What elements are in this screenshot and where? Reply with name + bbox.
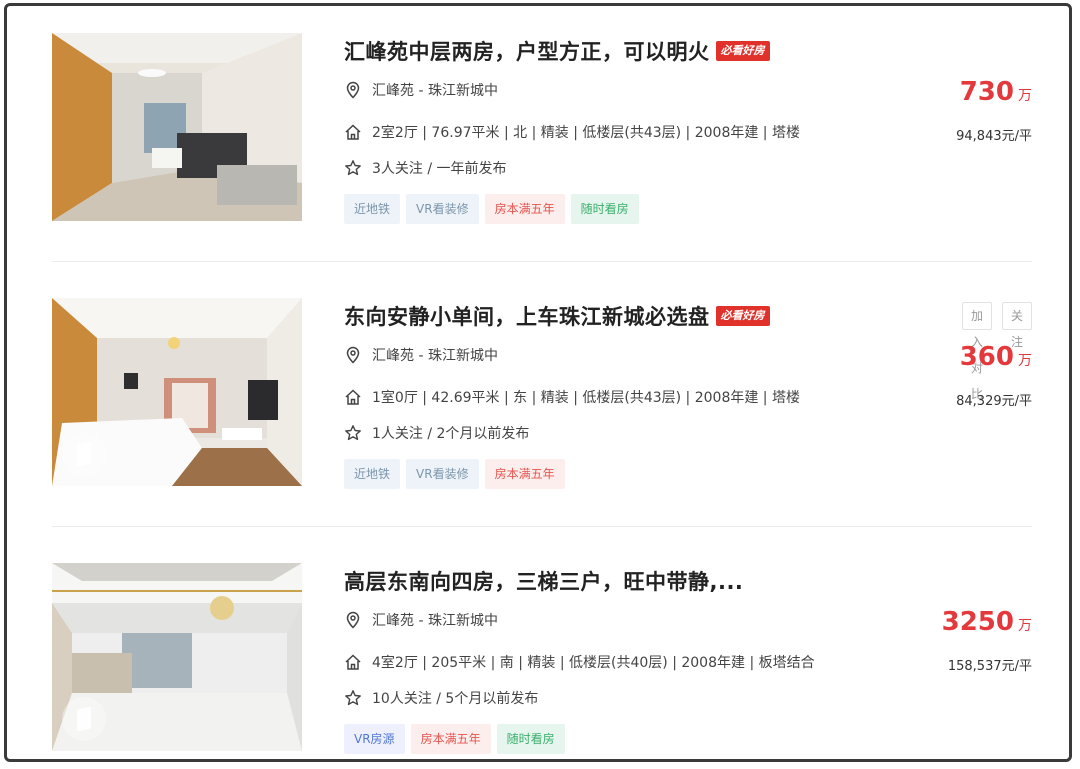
price-unit: 万 [1018, 88, 1032, 104]
unit-price: 94,843元/平 [956, 129, 1032, 144]
must-see-badge: 必看好房 [715, 306, 770, 326]
star-icon [344, 159, 362, 177]
follow-info: 3人关注 / 一年前发布 [372, 161, 507, 177]
tag-five-years: 房本满五年 [410, 724, 491, 754]
location-link[interactable]: 汇峰苑 - 珠江新城中 [372, 610, 498, 630]
vr-icon [62, 697, 106, 741]
follow-info: 10人关注 / 5个月以前发布 [372, 691, 539, 707]
tag-five-years: 房本满五年 [484, 194, 565, 224]
total-price: 3250 [941, 607, 1014, 637]
location-link[interactable]: 汇峰苑 - 珠江新城中 [372, 345, 498, 365]
tag-vr-decor: VR看装修 [406, 459, 479, 489]
house-icon [344, 123, 362, 141]
divider [52, 261, 1032, 262]
tag-near-subway: 近地铁 [344, 194, 401, 224]
tag-five-years: 房本满五年 [484, 459, 565, 489]
vr-icon [62, 432, 106, 476]
location-pin-icon [344, 611, 362, 629]
listing-photo[interactable] [52, 298, 302, 486]
location-pin-icon [344, 81, 362, 99]
tag-viewing-anytime: 随时看房 [570, 194, 639, 224]
house-details: 1室0厅 | 42.69平米 | 东 | 精装 | 低楼层(共43层) | 20… [372, 390, 800, 406]
location-link[interactable]: 汇峰苑 - 珠江新城中 [372, 80, 498, 100]
listing-panel: 汇峰苑中层两房，户型方正，可以明火 必看好房 汇峰苑 - 珠江新城中 2室2厅 … [4, 3, 1072, 762]
must-see-badge: 必看好房 [715, 41, 770, 61]
listing-title[interactable]: 汇峰苑中层两房，户型方正，可以明火 [344, 36, 710, 66]
unit-price: 84,329元/平 [956, 394, 1032, 409]
star-icon [344, 689, 362, 707]
tag-vr-decor: VR看装修 [406, 194, 479, 224]
house-details: 4室2厅 | 205平米 | 南 | 精装 | 低楼层(共40层) | 2008… [372, 655, 815, 671]
tag-viewing-anytime: 随时看房 [496, 724, 565, 754]
price-unit: 万 [1018, 353, 1032, 369]
house-icon [344, 388, 362, 406]
listing-card: 高层东南向四房，三梯三户，旺中带静,... 汇峰苑 - 珠江新城中 4室2厅 |… [52, 563, 1032, 754]
tag-vr-listing: VR房源 [344, 724, 405, 754]
divider [52, 526, 1032, 527]
follow-button[interactable]: 关注 [1001, 302, 1032, 349]
add-compare-button[interactable]: 加入对比 [961, 302, 992, 401]
listing-photo[interactable] [52, 563, 302, 751]
location-pin-icon [344, 346, 362, 364]
listing-photo[interactable] [52, 33, 302, 221]
total-price: 730 [959, 77, 1014, 107]
tag-near-subway: 近地铁 [344, 459, 401, 489]
total-price: 360 [959, 342, 1014, 372]
house-details: 2室2厅 | 76.97平米 | 北 | 精装 | 低楼层(共43层) | 20… [372, 125, 800, 141]
listing-card: 东向安静小单间，上车珠江新城必选盘 必看好房 汇峰苑 - 珠江新城中 1室0厅 … [52, 298, 1032, 489]
star-icon [344, 424, 362, 442]
price-unit: 万 [1018, 618, 1032, 634]
listing-title[interactable]: 高层东南向四房，三梯三户，旺中带静,... [344, 566, 743, 596]
unit-price: 158,537元/平 [947, 659, 1032, 674]
follow-info: 1人关注 / 2个月以前发布 [372, 426, 530, 442]
listing-card: 汇峰苑中层两房，户型方正，可以明火 必看好房 汇峰苑 - 珠江新城中 2室2厅 … [52, 33, 1032, 224]
listing-title[interactable]: 东向安静小单间，上车珠江新城必选盘 [344, 301, 710, 331]
house-icon [344, 653, 362, 671]
